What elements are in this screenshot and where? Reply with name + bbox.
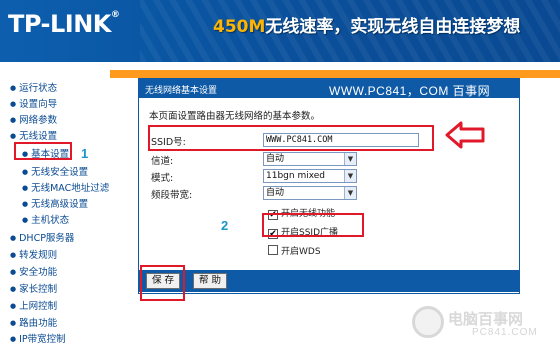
logo-registered-mark: ® <box>110 10 120 20</box>
bullet-icon: ● <box>22 216 29 224</box>
watermark-site-name: 电脑百事网 <box>448 310 524 328</box>
bullet-icon: ● <box>10 285 17 293</box>
enable-wds-label: 开启WDS <box>281 247 321 257</box>
chevron-down-icon: ▼ <box>344 187 356 199</box>
sidebar-item-label: 无线MAC地址过滤 <box>31 183 110 194</box>
arrow-left-icon <box>445 121 485 149</box>
sidebar-item-security[interactable]: ● 安全功能 <box>10 264 57 278</box>
chevron-down-icon: ▼ <box>344 170 356 182</box>
step-number-1: 1 <box>81 146 89 161</box>
header-banner: TP-LINK® 450M无线速率，实现无线自由连接梦想 <box>0 0 560 62</box>
panel-top-bar <box>110 70 560 78</box>
watermark-text: WWW.PC841，COM 百事网 <box>329 84 491 98</box>
logo-text: TP-LINK <box>8 10 111 38</box>
sidebar-item-label: DHCP服务器 <box>19 233 75 244</box>
form-title-bar: 无线网络基本设置 WWW.PC841，COM 百事网 <box>139 79 519 98</box>
bullet-icon: ● <box>10 251 17 259</box>
header-divider <box>0 62 560 70</box>
tp-link-logo: TP-LINK® <box>8 10 120 38</box>
bullet-icon: ● <box>10 268 17 276</box>
watermark-site-url: PC841.COM <box>472 327 538 338</box>
sidebar-item-parental-control[interactable]: ● 家长控制 <box>10 281 57 295</box>
sidebar-item-label: 上网控制 <box>19 301 58 312</box>
pc841-watermark-logo: 电脑百事网 PC841.COM <box>412 306 560 342</box>
checkbox-unchecked-icon <box>268 245 278 255</box>
enable-wds-checkbox[interactable]: 开启WDS <box>268 244 321 257</box>
sidebar-item-host-status[interactable]: ● 主机状态 <box>22 212 69 226</box>
highlight-box-save <box>140 265 185 301</box>
bullet-icon: ● <box>10 335 17 343</box>
mode-value: 11bgn mixed <box>266 171 326 181</box>
bullet-icon: ● <box>10 132 17 140</box>
form-title: 无线网络基本设置 <box>145 86 218 96</box>
highlight-box-ssid <box>148 125 434 151</box>
bandwidth-label: 频段带宽: <box>151 190 193 201</box>
bullet-icon: ● <box>10 302 17 310</box>
sidebar-item-label: 运行状态 <box>19 83 58 94</box>
bandwidth-select[interactable]: 自动 ▼ <box>263 186 357 200</box>
mode-select[interactable]: 11bgn mixed ▼ <box>263 169 357 183</box>
bullet-icon: ● <box>10 84 17 92</box>
sidebar-item-wizard[interactable]: ● 设置向导 <box>10 96 57 110</box>
bullet-icon: ● <box>22 168 29 176</box>
form-description: 本页面设置路由器无线网络的基本参数。 <box>149 111 321 122</box>
slogan-text: 无线速率，实现无线自由连接梦想 <box>265 17 521 37</box>
bullet-icon: ● <box>22 200 29 208</box>
bullet-icon: ● <box>22 184 29 192</box>
bullet-icon: ● <box>10 100 17 108</box>
bullet-icon: ● <box>10 116 17 124</box>
sidebar-item-wireless-advanced[interactable]: ● 无线高级设置 <box>22 196 88 210</box>
sidebar-item-label: 主机状态 <box>31 215 70 226</box>
highlight-box-basic-settings <box>14 142 72 160</box>
channel-value: 自动 <box>266 154 285 164</box>
bandwidth-value: 自动 <box>266 188 285 198</box>
sidebar-item-label: 网络参数 <box>19 115 58 126</box>
logo-circle-icon <box>412 306 444 338</box>
sidebar-item-label: 安全功能 <box>19 267 58 278</box>
sidebar-item-label: 设置向导 <box>19 99 58 110</box>
sidebar-item-label: 无线安全设置 <box>31 167 89 178</box>
wireless-basic-settings-form: 无线网络基本设置 WWW.PC841，COM 百事网 本页面设置路由器无线网络的… <box>138 78 520 294</box>
channel-label: 信道: <box>151 156 174 167</box>
highlight-box-ssid-broadcast <box>262 213 364 237</box>
channel-select[interactable]: 自动 ▼ <box>263 152 357 166</box>
sidebar-item-label: 家长控制 <box>19 284 58 295</box>
sidebar-item-access-control[interactable]: ● 上网控制 <box>10 298 57 312</box>
sidebar-item-label: 转发规则 <box>19 250 58 261</box>
mode-label: 模式: <box>151 173 174 184</box>
sidebar-item-label: IP带宽控制 <box>19 334 66 345</box>
slogan-highlight: 450M <box>213 17 266 37</box>
sidebar-item-bandwidth-control[interactable]: ● IP带宽控制 <box>10 331 66 345</box>
help-button[interactable]: 帮 助 <box>193 273 227 289</box>
bullet-icon: ● <box>10 234 17 242</box>
sidebar-item-dhcp[interactable]: ● DHCP服务器 <box>10 230 74 244</box>
sidebar-item-label: 无线高级设置 <box>31 199 89 210</box>
sidebar-item-wireless-security[interactable]: ● 无线安全设置 <box>22 164 88 178</box>
chevron-down-icon: ▼ <box>344 153 356 165</box>
sidebar-item-status[interactable]: ● 运行状态 <box>10 80 57 94</box>
bullet-icon: ● <box>10 319 17 327</box>
sidebar-item-label: 无线设置 <box>19 131 58 142</box>
sidebar-item-mac-filter[interactable]: ● 无线MAC地址过滤 <box>22 180 109 194</box>
step-number-2: 2 <box>221 218 229 233</box>
sidebar-item-routing[interactable]: ● 路由功能 <box>10 315 57 329</box>
sidebar-item-label: 路由功能 <box>19 318 58 329</box>
sidebar-item-wireless[interactable]: ● 无线设置 <box>10 128 57 142</box>
header-slogan: 450M无线速率，实现无线自由连接梦想 <box>213 12 520 37</box>
sidebar-item-network[interactable]: ● 网络参数 <box>10 112 57 126</box>
sidebar-item-forwarding[interactable]: ● 转发规则 <box>10 247 57 261</box>
